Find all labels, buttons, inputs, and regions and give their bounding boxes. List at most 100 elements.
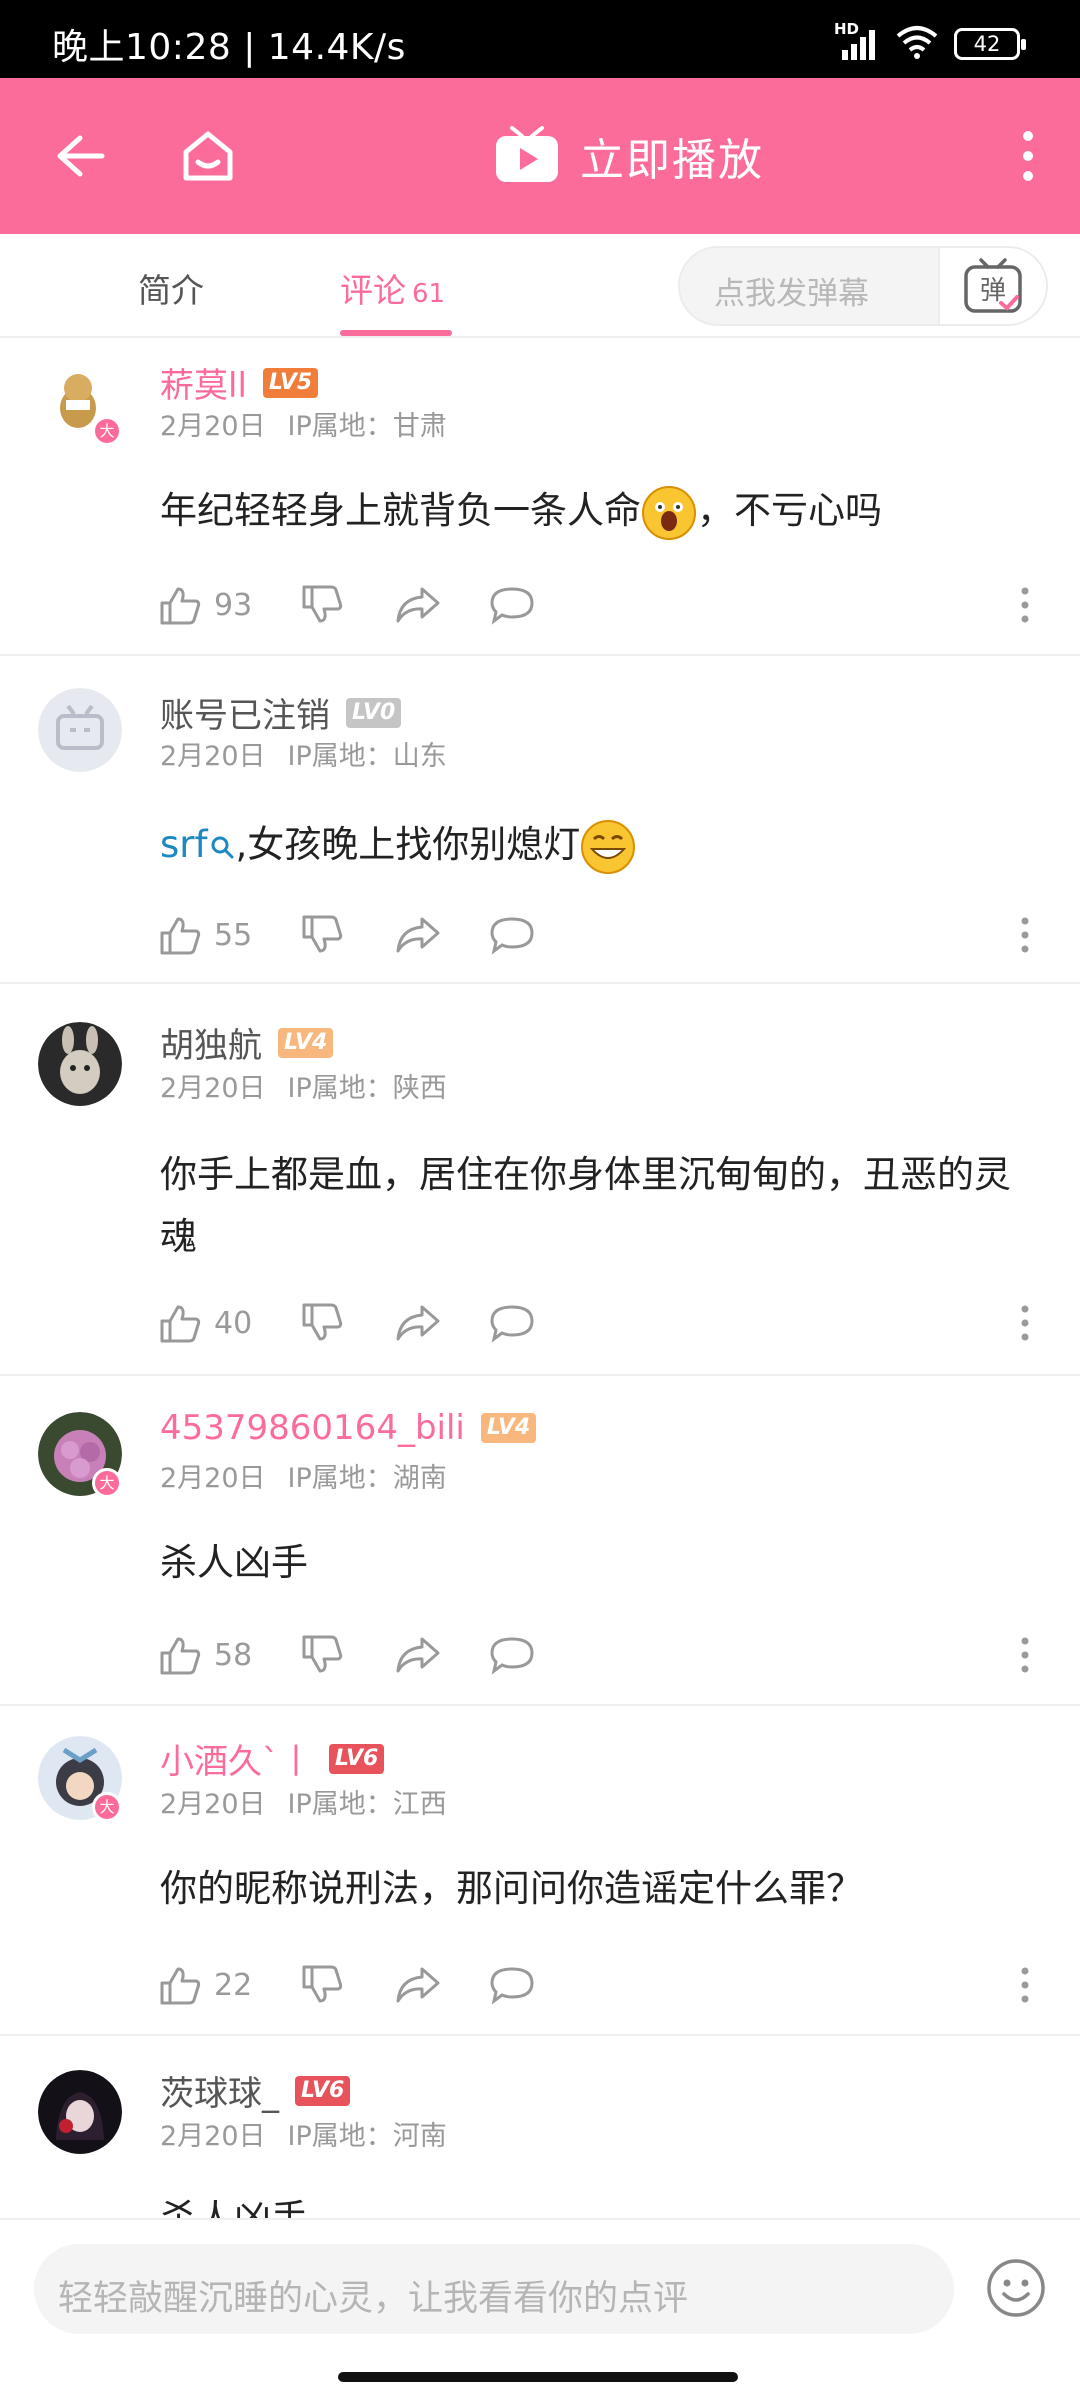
search-link[interactable]: srf (160, 823, 208, 866)
share-icon (396, 1305, 440, 1341)
danmaku-input[interactable]: 点我发弹幕 弹 (678, 246, 1048, 326)
share-button[interactable] (394, 1630, 442, 1680)
comment-more-button[interactable] (1020, 910, 1030, 960)
avatar[interactable] (38, 2070, 122, 2154)
comment-ip: IP属地：河南 (287, 2121, 447, 2152)
comment-actions: 55 (158, 910, 1058, 960)
thumb-up-icon (160, 587, 201, 625)
comment-text-main: 杀人凶手 (160, 2197, 308, 2218)
more-vertical-icon (1021, 1305, 1029, 1341)
tv-play-icon (496, 126, 558, 182)
username-text: 45379860164_bili (160, 1408, 465, 1448)
username[interactable]: 菥莫ll LV5 (160, 358, 319, 407)
comment-actions: 22 (158, 1960, 1058, 2010)
comment-date: 2月20日 (160, 2121, 266, 2152)
comment-text: 你的昵称说刑法，那问问你造谣定什么罪？ (160, 1858, 1040, 1920)
like-count: 93 (214, 587, 253, 623)
username[interactable]: 45379860164_bili LV4 (160, 1408, 537, 1448)
share-button[interactable] (394, 1960, 442, 2010)
comment-item: 大 菥莫ll LV5 2月20日 IP属地：甘肃 年纪轻轻身上就背负一条人命 ，不亏… (0, 338, 1080, 656)
gesture-bar[interactable] (338, 2372, 738, 2382)
comment-text: 你手上都是血，居住在你身体里沉甸甸的，丑恶的灵魂 (160, 1144, 1040, 1268)
emoji-button[interactable] (984, 2256, 1048, 2320)
comment-item: 胡独航 LV4 2月20日 IP属地：陕西 你手上都是血，居住在你身体里沉甸甸的，… (0, 984, 1080, 1376)
like-button[interactable]: 55 (158, 910, 252, 960)
avatar[interactable] (38, 688, 122, 772)
comment-input-placeholder: 轻轻敲醒沉睡的心灵，让我看看你的点评 (58, 2279, 689, 2319)
comment-text-main: 你的昵称说刑法，那问问你造谣定什么罪？ (160, 1867, 863, 1910)
danmaku-toggle-button[interactable]: 弹 (938, 248, 1046, 324)
like-count: 58 (214, 1637, 253, 1673)
comment-date: 2月20日 (160, 1463, 266, 1494)
tab-indicator (340, 330, 452, 336)
comment-more-button[interactable] (1020, 1630, 1030, 1680)
like-button[interactable]: 40 (158, 1298, 252, 1348)
username-text: 茨球球_ (160, 2074, 279, 2114)
comment-actions: 40 (158, 1298, 1058, 1348)
comment-more-button[interactable] (1020, 1298, 1030, 1348)
username[interactable]: 茨球球_ LV6 (160, 2066, 351, 2115)
dislike-button[interactable] (300, 910, 344, 960)
status-time: 晚上10:28 | 14.4K/s (52, 27, 406, 68)
danmaku-tv-icon: 弹 (964, 258, 1022, 313)
grin-emoji-icon (581, 819, 636, 874)
dislike-button[interactable] (300, 1298, 344, 1348)
more-vertical-icon (1021, 1637, 1029, 1673)
comment-ip: IP属地：山东 (287, 741, 447, 772)
more-options-button[interactable] (1016, 128, 1040, 184)
comment-item: 账号已注销 LV0 2月20日 IP属地：山东 srf ,女孩晚上找你别熄灯 55 (0, 656, 1080, 984)
tab-intro[interactable]: 简介 (138, 264, 204, 312)
comment-meta: 2月20日 IP属地：江西 (160, 1782, 469, 1821)
reply-button[interactable] (488, 1960, 536, 2010)
comment-item: 大 小酒久`丨 LV6 2月20日 IP属地：江西 你的昵称说刑法，那问问你造谣定… (0, 1706, 1080, 2036)
search-icon (211, 836, 234, 858)
play-now-button[interactable]: 立即播放 (494, 122, 764, 190)
comment-input[interactable]: 轻轻敲醒沉睡的心灵，让我看看你的点评 (34, 2244, 954, 2334)
dislike-button[interactable] (300, 580, 344, 630)
comment-meta: 2月20日 IP属地：甘肃 (160, 404, 469, 443)
reply-bubble-icon (490, 1305, 534, 1343)
thumb-down-icon (302, 1635, 343, 1673)
reply-bubble-icon (490, 587, 534, 625)
shocked-emoji-icon (642, 485, 696, 540)
play-now-label: 立即播放 (580, 135, 764, 186)
comment-text-main: ,女孩晚上找你别熄灯 (235, 823, 581, 866)
like-button[interactable]: 22 (158, 1960, 252, 2010)
tab-comments[interactable]: 评论 61 (340, 264, 445, 312)
wifi-icon (894, 24, 940, 64)
comment-more-button[interactable] (1020, 580, 1030, 630)
comment-text: srf ,女孩晚上找你别熄灯 (160, 814, 1040, 876)
danmaku-placeholder: 点我发弹幕 (714, 276, 869, 312)
reply-button[interactable] (488, 1298, 536, 1348)
comment-date: 2月20日 (160, 411, 266, 442)
share-button[interactable] (394, 910, 442, 960)
like-button[interactable]: 93 (158, 580, 252, 630)
comment-meta: 2月20日 IP属地：陕西 (160, 1066, 469, 1105)
dislike-button[interactable] (300, 1960, 344, 2010)
battery-icon: 42 (954, 28, 1026, 60)
reply-button[interactable] (488, 910, 536, 960)
like-button[interactable]: 58 (158, 1630, 252, 1680)
reply-button[interactable] (488, 1630, 536, 1680)
username[interactable]: 账号已注销 LV0 (160, 688, 402, 737)
smiley-icon (987, 2259, 1045, 2317)
thumb-up-icon (160, 917, 201, 955)
like-count: 22 (214, 1967, 253, 2003)
thumb-down-icon (302, 1965, 343, 2003)
avatar[interactable] (38, 1022, 122, 1106)
comment-item: 大 45379860164_bili LV4 2月20日 IP属地：湖南 杀人凶手… (0, 1376, 1080, 1706)
username[interactable]: 胡独航 LV4 (160, 1018, 334, 1067)
comment-more-button[interactable] (1020, 1960, 1030, 2010)
comment-ip: IP属地：江西 (287, 1789, 447, 1820)
back-button[interactable] (50, 126, 110, 186)
share-button[interactable] (394, 1298, 442, 1348)
dislike-button[interactable] (300, 1630, 344, 1680)
comment-date: 2月20日 (160, 1073, 266, 1104)
like-count: 55 (214, 917, 253, 953)
home-button[interactable] (178, 126, 238, 186)
reply-button[interactable] (488, 580, 536, 630)
tab-intro-label: 简介 (138, 271, 204, 310)
vip-badge: 大 (92, 416, 122, 446)
username[interactable]: 小酒久`丨 LV6 (160, 1734, 385, 1783)
share-button[interactable] (394, 580, 442, 630)
